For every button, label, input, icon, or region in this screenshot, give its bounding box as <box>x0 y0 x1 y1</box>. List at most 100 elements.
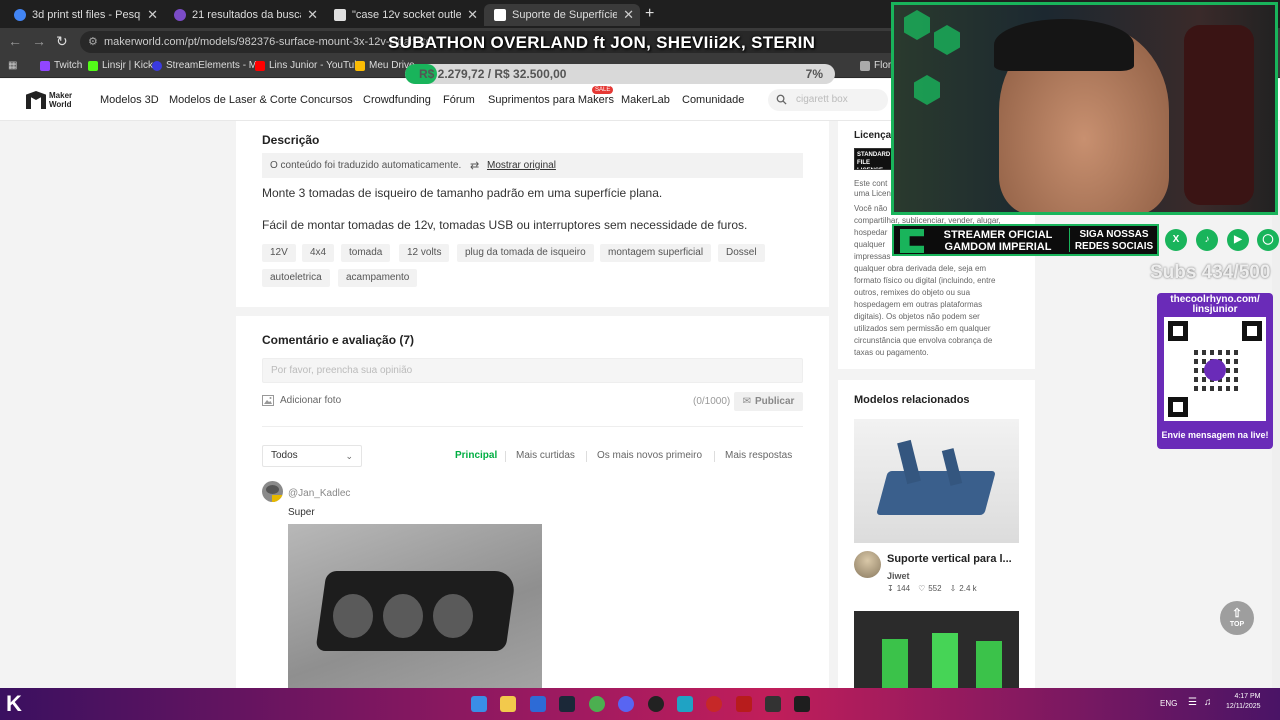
description-paragraph: Monte 3 tomadas de isqueiro de tamanho p… <box>262 186 663 200</box>
tag-chip[interactable]: 12 volts <box>399 244 450 262</box>
avatar[interactable] <box>854 551 881 578</box>
obs-icon[interactable] <box>648 696 664 712</box>
tag-chip[interactable]: Dossel <box>718 244 765 262</box>
wifi-icon[interactable]: ☰ <box>1188 697 1197 708</box>
streamelements-icon <box>152 60 162 71</box>
comments-title: Comentário e avaliação (7) <box>262 333 415 347</box>
show-original-link[interactable]: Mostrar original <box>487 160 556 171</box>
bookmark-icon <box>860 60 870 71</box>
apps-grid-icon[interactable]: ▦ <box>8 60 17 71</box>
nav-modelos-3d[interactable]: Modelos 3D <box>100 94 159 106</box>
comment-input[interactable]: Por favor, preencha sua opinião <box>262 358 803 383</box>
related-model-name[interactable]: Suporte vertical para l... <box>887 553 1012 565</box>
divider <box>262 426 803 427</box>
close-tab-icon[interactable]: ✕ <box>307 7 318 23</box>
tag-chip[interactable]: autoeletrica <box>262 269 330 287</box>
chevron-down-icon: ⌄ <box>345 451 353 461</box>
browser-tab[interactable]: "case 12v socket outlet" 3D Mo ✕ <box>324 4 484 26</box>
tag-chip[interactable]: tomada <box>341 244 391 262</box>
related-model-image[interactable] <box>854 419 1019 543</box>
x-twitter-icon: X <box>1165 229 1187 251</box>
app-icon[interactable] <box>706 696 722 712</box>
image-icon <box>262 395 274 406</box>
bookmark-kick[interactable]: Linsjr | Kick <box>88 60 153 71</box>
nav-concursos[interactable]: Concursos <box>300 94 353 106</box>
webcam-feed <box>891 2 1278 215</box>
publish-button[interactable]: ✉ Publicar <box>734 392 803 411</box>
tag-chip[interactable]: plug da tomada de isqueiro <box>457 244 594 262</box>
sort-mais-curtidas[interactable]: Mais curtidas <box>516 450 575 461</box>
search-input[interactable]: cigarett box <box>768 89 888 111</box>
comment-photo[interactable] <box>288 524 542 688</box>
bookmark-flori[interactable]: Flori <box>860 60 893 71</box>
site-icon <box>334 9 346 21</box>
app-icon[interactable] <box>677 696 693 712</box>
nav-forum[interactable]: Fórum <box>443 94 475 106</box>
add-photo-button[interactable]: Adicionar foto <box>262 395 341 406</box>
bookmark-streamelements[interactable]: StreamElements - M... <box>152 60 265 71</box>
nav-comunidade[interactable]: Comunidade <box>682 94 744 106</box>
forward-icon[interactable]: → <box>32 33 46 49</box>
related-model-author[interactable]: Jiwet <box>887 571 910 581</box>
app-icon[interactable] <box>530 696 546 712</box>
makerworld-logo[interactable]: Maker World <box>26 91 72 109</box>
app-icon[interactable] <box>736 696 752 712</box>
app-icon[interactable] <box>765 696 781 712</box>
discord-icon[interactable] <box>618 696 634 712</box>
volume-icon[interactable]: ♫ <box>1204 697 1212 708</box>
print-icon: ⇩ <box>949 584 957 593</box>
terminal-icon[interactable] <box>794 696 810 712</box>
instagram-icon: ◯ <box>1257 229 1279 251</box>
reload-icon[interactable]: ↻ <box>56 33 68 50</box>
tag-chip[interactable]: 4x4 <box>302 244 335 262</box>
steam-icon[interactable] <box>559 696 575 712</box>
sort-mais-respostas[interactable]: Mais respostas <box>725 450 792 461</box>
license-badge[interactable]: STANDARD FILE LICENSE <box>854 148 894 170</box>
nav-crowdfunding[interactable]: Crowdfunding <box>363 94 431 106</box>
nav-suprimentos[interactable]: Suprimentos para Makers <box>488 94 614 106</box>
bookmark-youtube[interactable]: Lins Junior - YouTube <box>255 60 365 71</box>
comment-username[interactable]: @Jan_Kadlec <box>288 488 350 499</box>
close-tab-icon[interactable]: ✕ <box>147 7 158 23</box>
makerworld-logo-icon <box>26 91 46 109</box>
qr-code <box>1164 317 1266 421</box>
url-text: makerworld.com/pt/models/982376-surface-… <box>104 36 432 48</box>
clock[interactable]: 4:17 PM 12/11/2025 <box>1226 692 1261 712</box>
sale-badge: SALE <box>592 86 614 94</box>
chrome-icon[interactable] <box>589 696 605 712</box>
filter-select[interactable]: Todos ⌄ <box>262 445 362 467</box>
browser-tab[interactable]: 21 resultados da busca por mo ✕ <box>164 4 324 26</box>
tag-chip[interactable]: acampamento <box>338 269 418 287</box>
file-explorer-icon[interactable] <box>500 696 516 712</box>
language-indicator[interactable]: ENG <box>1160 699 1177 708</box>
tag-chip[interactable]: montagem superficial <box>600 244 712 262</box>
sort-mais-novos[interactable]: Os mais novos primeiro <box>597 450 702 461</box>
stream-sponsor-banner: STREAMER OFICIAL GAMDOM IMPERIAL SIGA NO… <box>892 224 1159 256</box>
nav-makerlab[interactable]: MakerLab <box>621 94 670 106</box>
tag-chip[interactable]: 12V <box>262 244 296 262</box>
description-title: Descrição <box>262 133 320 147</box>
back-to-top-button[interactable]: ⇧ TOP <box>1220 601 1254 635</box>
corner-logo-icon: K <box>6 691 22 716</box>
close-tab-icon[interactable]: ✕ <box>623 7 634 23</box>
comment-icon: ✉ <box>742 396 751 407</box>
related-model-image[interactable] <box>854 611 1019 688</box>
browser-tab-active[interactable]: Suporte de Superfície para 3 To ✕ <box>484 4 640 26</box>
bookmark-twitch[interactable]: Twitch <box>40 60 82 71</box>
donation-goal-percent: 7% <box>805 67 823 81</box>
back-icon[interactable]: ← <box>8 33 22 49</box>
site-info-icon[interactable]: ⚙ <box>88 31 98 53</box>
twitch-icon <box>40 60 50 71</box>
google-icon <box>14 9 26 21</box>
sort-principal[interactable]: Principal <box>455 450 497 461</box>
nav-modelos-laser[interactable]: Modelos de Laser & Corte <box>169 94 297 106</box>
divider <box>505 451 506 462</box>
related-title: Modelos relacionados <box>854 394 970 406</box>
browser-tab[interactable]: 3d print stl files - Pesquisa Goo ✕ <box>4 4 164 26</box>
new-tab-button[interactable]: + <box>645 5 654 23</box>
avatar[interactable] <box>262 481 283 502</box>
subs-counter: Subs 434/500 <box>1150 262 1271 283</box>
close-tab-icon[interactable]: ✕ <box>467 7 478 23</box>
gamdom-logo-icon <box>900 229 924 253</box>
start-icon[interactable] <box>471 696 487 712</box>
